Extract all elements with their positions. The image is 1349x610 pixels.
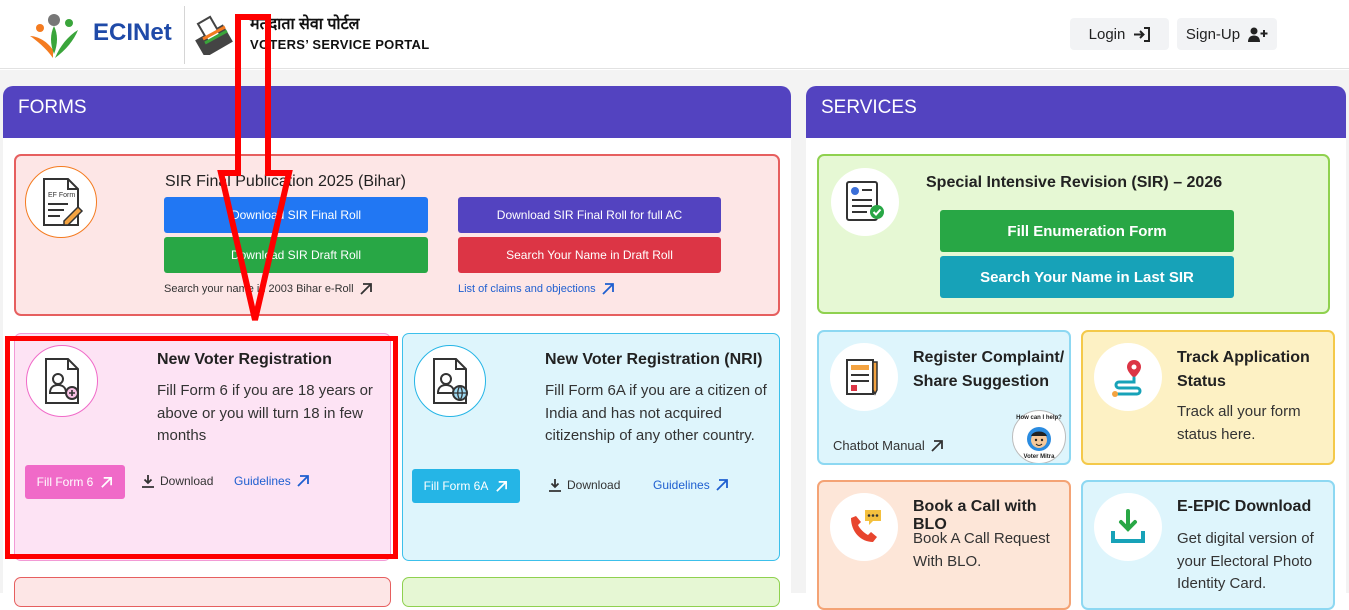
complaint-title: Register Complaint/ Share Suggestion [913,349,1065,390]
annotation-arrow [217,14,293,321]
next-form-card-red [14,577,391,607]
phone-chat-icon [830,493,898,561]
user-plus-icon [1248,27,1268,42]
book-call-blo-card[interactable]: Book a Call with BLO Book A Call Request… [817,480,1071,610]
mascot-face-icon [1027,427,1051,451]
claims-objections-link[interactable]: List of claims and objections [458,282,615,296]
form6a-download-link[interactable]: Download [548,478,620,492]
form-globe-icon [414,345,486,417]
e-epic-description: Get digital version of your Electoral Ph… [1177,530,1314,592]
form6a-card: New Voter Registration (NRI) Fill Form 6… [402,333,780,561]
track-route-icon [1094,343,1162,411]
next-form-card-green [402,577,780,607]
voter-mitra-mascot[interactable]: How can I help? Voter Mitra [1012,410,1066,463]
login-label: Login [1088,25,1126,43]
form6a-description: Fill Form 6A if you are a citizen of Ind… [545,382,767,444]
search-name-last-sir-button[interactable]: Search Your Name in Last SIR [940,256,1234,298]
signup-label: Sign-Up [1185,25,1241,43]
complaint-card[interactable]: Register Complaint/ Share Suggestion Cha… [817,330,1071,465]
download-icon [549,479,561,492]
form6a-guidelines-link[interactable]: Guidelines [653,478,729,492]
ef-form-icon: EF Form [25,166,97,238]
form6a-guidelines-label: Guidelines [653,478,710,492]
arrow-up-right-icon [359,283,372,295]
fill-form6a-label: Fill Form 6A [423,479,489,493]
chatbot-manual-link[interactable]: Chatbot Manual [833,438,944,453]
arrow-up-right-icon [496,480,508,492]
mascot-name: Voter Mitra [1023,454,1055,460]
svg-text:EF Form: EF Form [48,192,75,199]
sir-2026-card: Special Intensive Revision (SIR) – 2026 … [817,154,1330,314]
annotation-highlight-box [5,336,398,559]
e-epic-title: E-EPIC Download [1177,498,1312,515]
e-epic-download-card[interactable]: E-EPIC Download Get digital version of y… [1081,480,1335,610]
signup-button[interactable]: Sign-Up [1177,18,1277,50]
sir-2026-title: Special Intensive Revision (SIR) – 2026 [926,174,1223,191]
form6a-title: New Voter Registration (NRI) [545,351,763,368]
top-header: ECINet मतदाता सेवा पोर्टल VOTERS’ SERVIC… [0,0,1349,69]
track-title: Track Application Status [1177,349,1310,390]
claims-label: List of claims and objections [458,283,596,295]
header-divider [184,6,185,64]
search-name-draft-roll-button[interactable]: Search Your Name in Draft Roll [458,237,721,273]
services-heading: SERVICES [806,86,1346,138]
fill-enumeration-form-button[interactable]: Fill Enumeration Form [940,210,1234,252]
eci-logo-icon[interactable] [28,10,80,60]
blo-description: Book A Call Request With BLO. [913,530,1050,570]
sign-in-icon [1134,26,1151,42]
mascot-text: How can I help? [1016,415,1062,421]
fill-form6a-button[interactable]: Fill Form 6A [412,469,520,503]
complaint-form-icon [830,343,898,411]
arrow-up-right-icon [716,479,728,491]
download-tray-icon [1094,493,1162,561]
download-sir-final-roll-ac-button[interactable]: Download SIR Final Roll for full AC [458,197,721,233]
checklist-icon [831,168,899,236]
login-button[interactable]: Login [1070,18,1169,50]
form6a-download-label: Download [567,478,621,492]
brand-name[interactable]: ECINet [93,19,172,47]
track-description: Track all your form status here. [1177,403,1301,443]
track-application-card[interactable]: Track Application Status Track all your … [1081,330,1335,465]
sir-bihar-card: EF Form SIR Final Publication 2025 (Biha… [14,154,780,316]
arrow-up-right-icon [601,283,614,295]
arrow-up-right-icon [931,439,943,452]
forms-heading: FORMS [3,86,791,138]
chatbot-manual-label: Chatbot Manual [833,438,925,453]
